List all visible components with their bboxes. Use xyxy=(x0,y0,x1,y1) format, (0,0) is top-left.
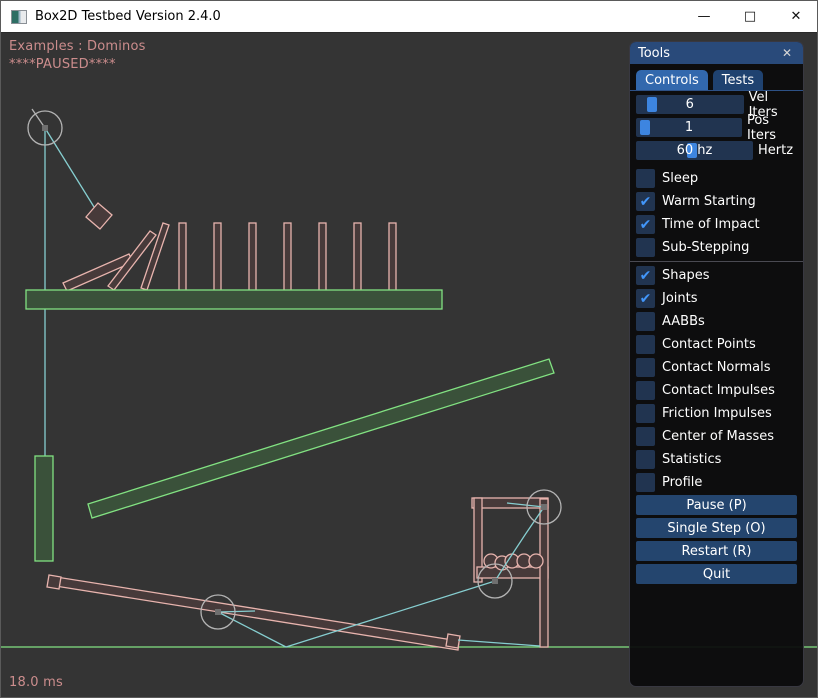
tools-panel-title: Tools xyxy=(638,46,670,61)
pause-button[interactable]: Pause (P) xyxy=(636,495,797,515)
checkbox-joints[interactable]: ✔ Joints xyxy=(636,289,797,308)
hertz-row: 60 hz Hertz xyxy=(636,141,797,160)
checkbox-box: ✔ xyxy=(636,335,655,354)
frame-time-label: 18.0 ms xyxy=(9,675,63,690)
checkbox-contact-normals[interactable]: ✔ Contact Normals xyxy=(636,358,797,377)
minimize-button[interactable]: — xyxy=(681,1,727,33)
checkbox-box: ✔ xyxy=(636,358,655,377)
check-icon: ✔ xyxy=(640,269,652,283)
tab-controls[interactable]: Controls xyxy=(636,70,708,90)
vel-iters-value: 6 xyxy=(636,95,744,114)
checkbox-time-of-impact[interactable]: ✔ Time of Impact xyxy=(636,215,797,234)
pos-iters-label: Pos Iters xyxy=(747,113,797,143)
panel-close-icon[interactable]: ✕ xyxy=(779,45,795,61)
checkbox-box: ✔ xyxy=(636,473,655,492)
app-icon xyxy=(11,10,27,24)
window-titlebar[interactable]: Box2D Testbed Version 2.4.0 — □ ✕ xyxy=(1,1,818,33)
checkbox-friction-impulses[interactable]: ✔ Friction Impulses xyxy=(636,404,797,423)
checkbox-sub-stepping[interactable]: ✔ Sub-Stepping xyxy=(636,238,797,257)
checkbox-contact-points[interactable]: ✔ Contact Points xyxy=(636,335,797,354)
checkbox-sleep[interactable]: ✔ Sleep xyxy=(636,169,797,188)
single-step-button[interactable]: Single Step (O) xyxy=(636,518,797,538)
checkbox-box: ✔ xyxy=(636,289,655,308)
check-icon: ✔ xyxy=(640,218,652,232)
check-icon: ✔ xyxy=(640,292,652,306)
checkbox-box: ✔ xyxy=(636,404,655,423)
checkbox-box: ✔ xyxy=(636,169,655,188)
pos-iters-slider[interactable]: 1 xyxy=(636,118,742,137)
checkbox-center-of-masses[interactable]: ✔ Center of Masses xyxy=(636,427,797,446)
paused-label: ****PAUSED**** xyxy=(9,57,116,72)
checkbox-box: ✔ xyxy=(636,215,655,234)
checkbox-statistics[interactable]: ✔ Statistics xyxy=(636,450,797,469)
hertz-value: 60 hz xyxy=(636,141,753,160)
restart-button[interactable]: Restart (R) xyxy=(636,541,797,561)
hertz-slider[interactable]: 60 hz xyxy=(636,141,753,160)
checkbox-box: ✔ xyxy=(636,266,655,285)
quit-button[interactable]: Quit xyxy=(636,564,797,584)
checkbox-profile[interactable]: ✔ Profile xyxy=(636,473,797,492)
tools-panel: Tools ✕ Controls Tests 6 Vel Iters 1 xyxy=(629,41,804,687)
check-icon: ✔ xyxy=(640,195,652,209)
checkbox-aabbs[interactable]: ✔ AABBs xyxy=(636,312,797,331)
app-window: Box2D Testbed Version 2.4.0 — □ ✕ Exampl… xyxy=(0,0,818,698)
checkbox-box: ✔ xyxy=(636,238,655,257)
tools-panel-titlebar[interactable]: Tools ✕ xyxy=(630,42,803,64)
hertz-label: Hertz xyxy=(758,143,793,158)
checkbox-shapes[interactable]: ✔ Shapes xyxy=(636,266,797,285)
example-label: Examples : Dominos xyxy=(9,39,146,54)
checkbox-box: ✔ xyxy=(636,450,655,469)
close-button[interactable]: ✕ xyxy=(773,1,818,33)
vel-iters-slider[interactable]: 6 xyxy=(636,95,744,114)
vel-iters-row: 6 Vel Iters xyxy=(636,95,797,114)
tab-tests[interactable]: Tests xyxy=(713,70,763,90)
maximize-button[interactable]: □ xyxy=(727,1,773,33)
tab-bar: Controls Tests xyxy=(636,70,797,90)
checkbox-contact-impulses[interactable]: ✔ Contact Impulses xyxy=(636,381,797,400)
separator xyxy=(630,261,803,262)
checkbox-box: ✔ xyxy=(636,427,655,446)
window-title: Box2D Testbed Version 2.4.0 xyxy=(35,9,221,24)
checkbox-box: ✔ xyxy=(636,192,655,211)
checkbox-warm-starting[interactable]: ✔ Warm Starting xyxy=(636,192,797,211)
checkbox-box: ✔ xyxy=(636,312,655,331)
pos-iters-value: 1 xyxy=(636,118,742,137)
checkbox-box: ✔ xyxy=(636,381,655,400)
pos-iters-row: 1 Pos Iters xyxy=(636,118,797,137)
